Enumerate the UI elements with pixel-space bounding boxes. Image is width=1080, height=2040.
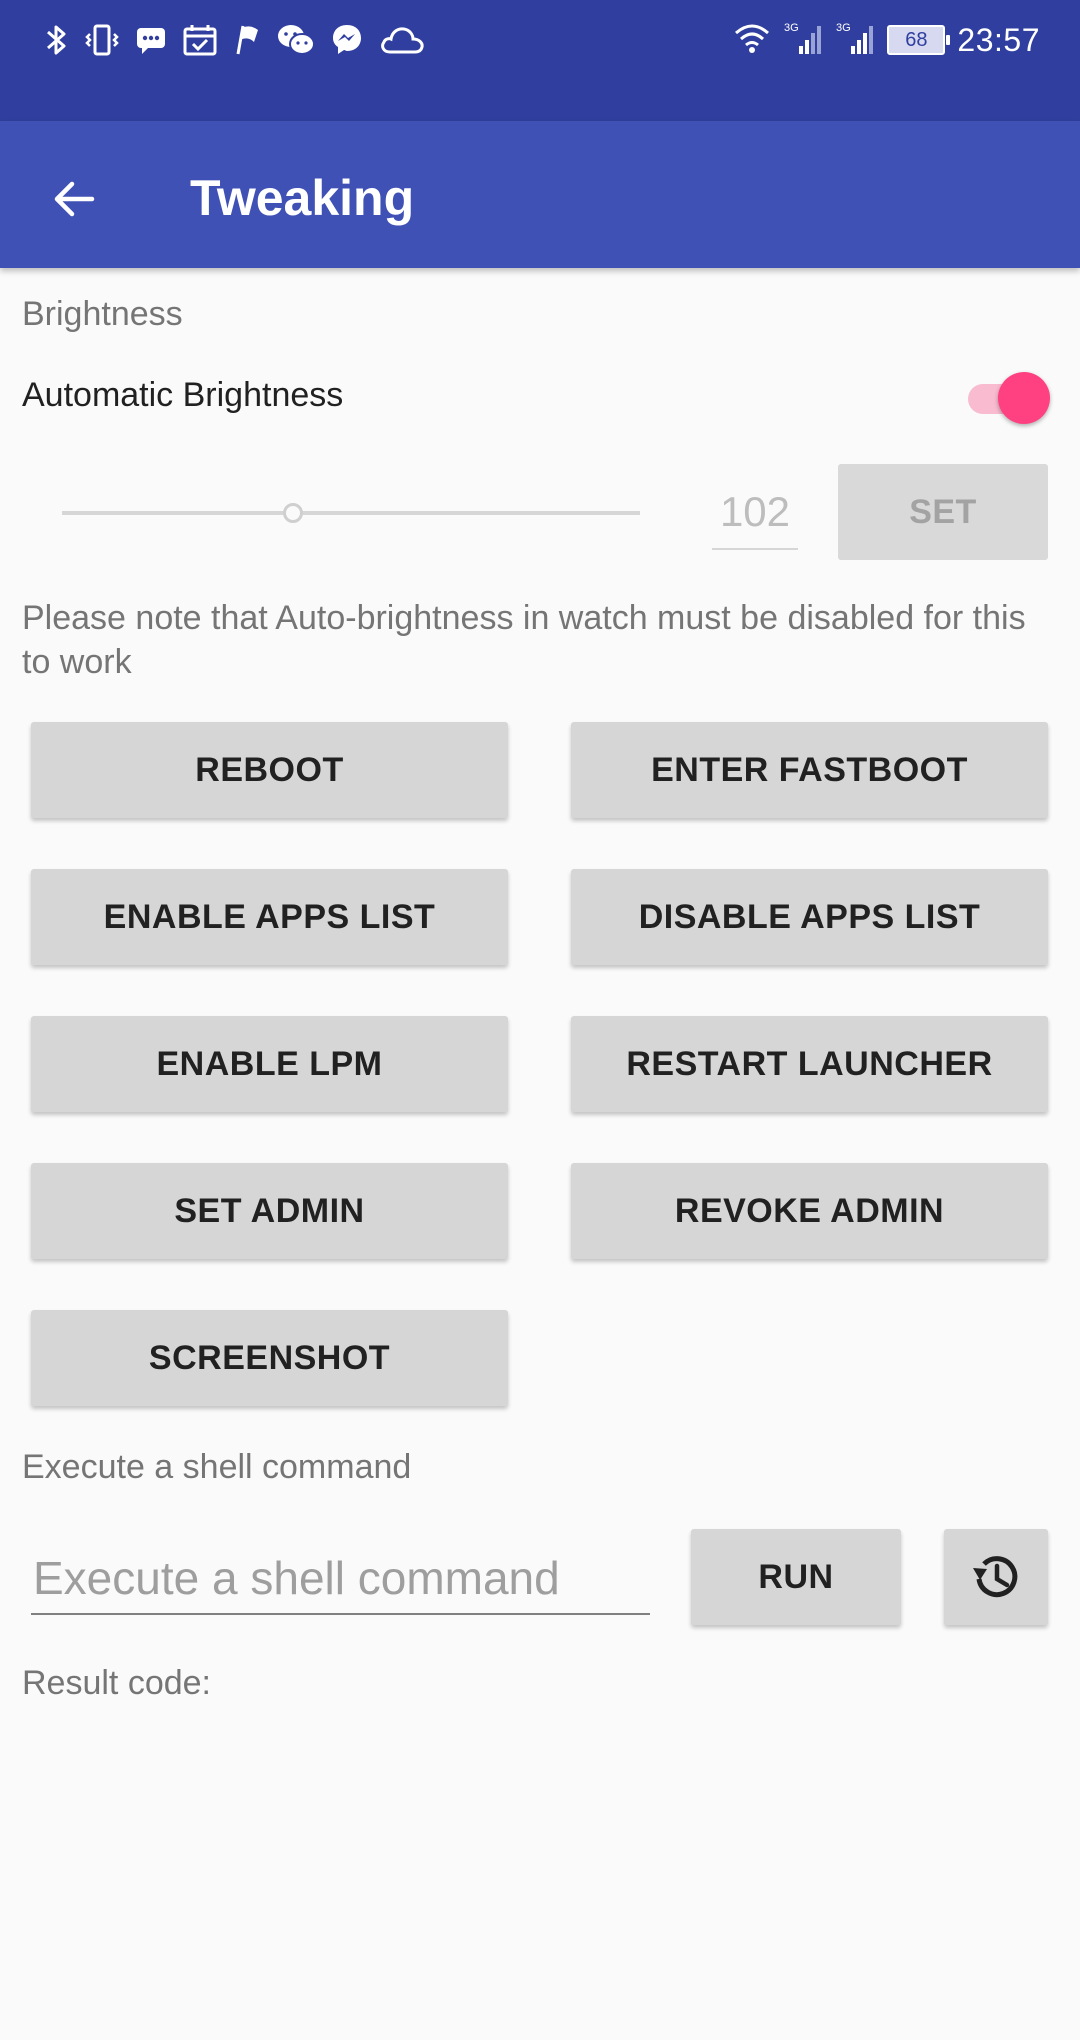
set-brightness-button[interactable]: SET xyxy=(838,464,1048,560)
restart-launcher-button[interactable]: RESTART LAUNCHER xyxy=(571,1016,1048,1112)
brightness-note: Please note that Auto-brightness in watc… xyxy=(22,599,1026,681)
vibrate-icon xyxy=(84,22,120,58)
messenger-icon xyxy=(330,22,364,58)
bluetooth-icon xyxy=(44,22,70,58)
brightness-slider[interactable] xyxy=(62,496,640,530)
page-title: Tweaking xyxy=(190,170,415,226)
shell-section-label: Execute a shell command xyxy=(22,1448,412,1486)
run-button[interactable]: RUN xyxy=(691,1529,901,1625)
arrow-back-icon xyxy=(54,181,95,217)
signal-icon: 3G xyxy=(783,20,823,61)
slider-thumb[interactable] xyxy=(283,503,304,523)
enable-lpm-button[interactable]: ENABLE LPM xyxy=(31,1016,508,1112)
shell-command-field[interactable] xyxy=(31,1543,650,1615)
disable-apps-list-button[interactable]: DISABLE APPS LIST xyxy=(571,869,1048,965)
history-icon xyxy=(973,1556,1018,1598)
enable-apps-list-button[interactable]: ENABLE APPS LIST xyxy=(31,869,508,965)
flag-icon xyxy=(232,22,262,58)
signal-icon: 3G xyxy=(835,20,875,61)
system-icons: 3G 3G 68 23:57 xyxy=(733,18,1040,62)
screenshot-button[interactable]: SCREENSHOT xyxy=(31,1310,508,1406)
brightness-section-label: Brightness xyxy=(22,295,183,333)
calendar-icon xyxy=(182,22,218,58)
result-code-label: Result code: xyxy=(22,1664,211,1702)
reboot-button[interactable]: REBOOT xyxy=(31,722,508,818)
network-type-label: 3G xyxy=(784,22,799,34)
status-clock: 23:57 xyxy=(957,21,1040,58)
message-icon xyxy=(134,23,168,57)
battery-icon: 68 xyxy=(887,25,951,55)
revoke-admin-button[interactable]: REVOKE ADMIN xyxy=(571,1163,1048,1259)
battery-level: 68 xyxy=(905,28,928,51)
slider-track xyxy=(62,511,640,515)
history-button[interactable] xyxy=(944,1529,1048,1625)
app-bar: Tweaking xyxy=(0,121,1080,268)
network-type-label: 3G xyxy=(836,22,851,34)
wechat-icon xyxy=(276,22,316,58)
automatic-brightness-label: Automatic Brightness xyxy=(22,376,344,414)
set-admin-button[interactable]: SET ADMIN xyxy=(31,1163,508,1259)
back-button[interactable] xyxy=(36,161,112,237)
brightness-value-field[interactable]: 102 xyxy=(712,482,798,550)
enter-fastboot-button[interactable]: ENTER FASTBOOT xyxy=(571,722,1048,818)
wifi-icon xyxy=(733,21,771,60)
notification-icons xyxy=(44,18,426,62)
cloud-icon xyxy=(378,22,426,58)
status-bar: 3G 3G 68 23:57 xyxy=(0,0,1080,121)
shell-command-input[interactable] xyxy=(31,1543,650,1613)
automatic-brightness-toggle[interactable] xyxy=(962,370,1054,426)
toggle-thumb xyxy=(998,372,1050,424)
